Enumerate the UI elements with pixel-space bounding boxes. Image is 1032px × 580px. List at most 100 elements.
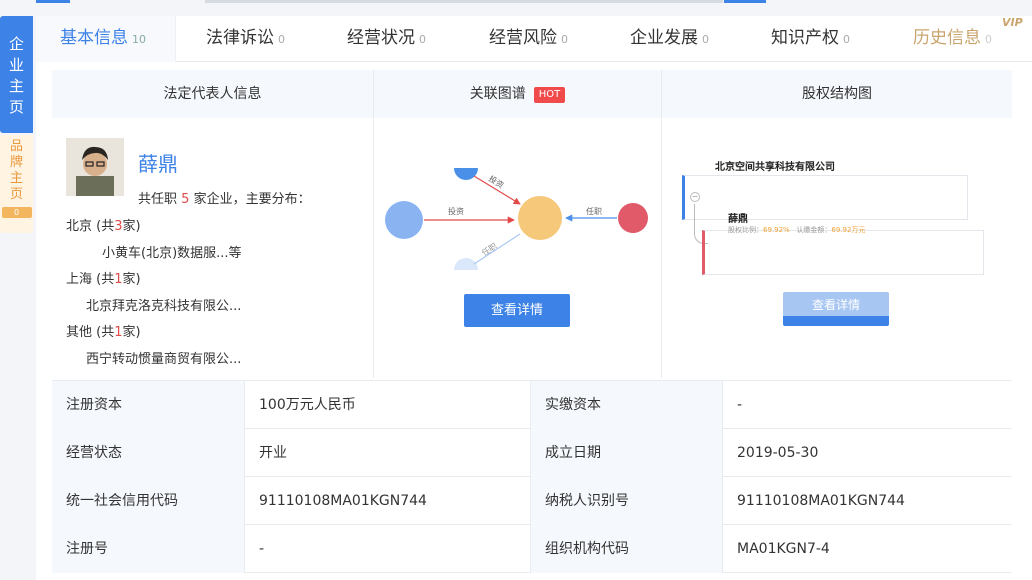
side-tab-char: 主 — [8, 77, 24, 95]
search-input[interactable] — [205, 0, 723, 3]
top-search-strip — [0, 0, 1032, 6]
field-label: 组织机构代码 — [530, 525, 722, 573]
equity-detail-button[interactable]: 查看详情 — [783, 292, 889, 326]
tab-count: 0 — [985, 33, 992, 46]
legal-rep-name[interactable]: 薛鼎 — [138, 148, 178, 177]
field-value: 2019-05-30 — [722, 429, 1012, 477]
tab-ip[interactable]: 知识产权 0 — [771, 16, 850, 62]
tab-count: 0 — [702, 33, 709, 46]
basic-info-table: 注册资本 100万元人民币 实缴资本 - 经营状态 开业 成立日期 2019-0… — [52, 380, 1012, 573]
field-label: 纳税人识别号 — [530, 477, 722, 525]
equity-holder-box — [702, 230, 984, 275]
region-name: 其他 — [66, 325, 93, 340]
legal-rep-card: 薛鼎 共任职 5 家企业，主要分布： 北京 (共3家) 小黄车(北京)数据服..… — [52, 118, 374, 378]
field-label: 注册资本 — [52, 381, 244, 429]
avatar — [66, 138, 124, 196]
side-tab-company-home[interactable]: 企 业 主 页 — [0, 16, 33, 133]
side-tab-char: 主 — [9, 171, 23, 186]
side-tab-char: 品 — [9, 139, 23, 154]
region-line: 北京 (共3家) — [66, 215, 141, 234]
table-row: 经营状态 开业 成立日期 2019-05-30 — [52, 429, 1012, 477]
field-label: 注册号 — [52, 525, 244, 573]
hot-badge: HOT — [533, 87, 566, 103]
tab-label: 基本信息 — [60, 28, 128, 48]
region-count: 1 — [114, 272, 123, 287]
right-node — [618, 203, 648, 233]
relation-map-title: 关联图谱 — [469, 86, 526, 102]
field-value: - — [722, 381, 1012, 429]
tab-basic-info[interactable]: 基本信息 10 — [36, 16, 176, 62]
table-row: 统一社会信用代码 91110108MA01KGN744 纳税人识别号 91110… — [52, 477, 1012, 525]
field-value: 91110108MA01KGN744 — [722, 477, 1012, 525]
tab-label: 知识产权 — [771, 28, 839, 48]
tab-development[interactable]: 企业发展 0 — [630, 16, 709, 62]
left-node — [385, 201, 423, 239]
region-name: 北京 — [66, 219, 93, 234]
edge-label: 任职 — [586, 206, 602, 216]
region-count-pre: (共 — [96, 272, 115, 287]
region-company-link[interactable]: 西宁转动惯量商贸有限公... — [86, 348, 241, 367]
relation-map-card: 投资 投资 任职 任职 查看详情 — [374, 118, 662, 378]
region-line: 上海 (共1家) — [66, 268, 141, 287]
tab-label: 经营状况 — [347, 28, 415, 48]
field-value: MA01KGN7-4 — [722, 525, 1012, 573]
region-company-link[interactable]: 小黄车(北京)数据服...等 — [102, 242, 242, 261]
amount-value: 69.92万元 — [831, 226, 866, 234]
relation-graph[interactable]: 投资 投资 任职 任职 — [374, 118, 662, 288]
tab-history[interactable]: 历史信息 0 — [913, 16, 992, 62]
side-tab-brand-home[interactable]: 品 牌 主 页 0 — [0, 135, 33, 233]
summary-text: 家企业，主要分布： — [193, 192, 311, 207]
region-company-link[interactable]: 北京拜克洛克科技有限公... — [86, 295, 241, 314]
top-node — [454, 168, 478, 180]
tab-count: 0 — [561, 33, 568, 46]
field-label: 成立日期 — [530, 429, 722, 477]
tab-count: 0 — [843, 33, 850, 46]
brand-count-badge: 0 — [1, 207, 32, 218]
legal-rep-summary: 共任职 5 家企业，主要分布： — [138, 188, 311, 207]
side-tab-char: 页 — [9, 187, 23, 202]
collapse-icon[interactable]: − — [690, 192, 700, 202]
tab-risk[interactable]: 经营风险 0 — [489, 16, 568, 62]
search-button[interactable] — [724, 0, 766, 3]
equity-header: 股权结构图 — [662, 70, 1012, 118]
edge-label: 投资 — [487, 173, 506, 190]
ratio-value: 69.92% — [763, 226, 790, 234]
tab-bar: 基本信息 10 法律诉讼 0 经营状况 0 经营风险 0 企业发展 0 知识产权 0 历史信… — [36, 16, 1032, 62]
region-count-post: 家) — [122, 325, 141, 340]
equity-ratio-line: 股权比例：69.92% 认缴金额：69.92万元 — [728, 225, 865, 235]
tab-count: 10 — [132, 33, 146, 46]
field-label: 实缴资本 — [530, 381, 722, 429]
tab-label: 经营风险 — [489, 28, 557, 48]
tab-operations[interactable]: 经营状况 0 — [347, 16, 426, 62]
equity-company-name: 北京空间共享科技有限公司 — [715, 162, 835, 173]
center-node — [518, 196, 562, 240]
region-count-pre: (共 — [96, 219, 115, 234]
side-tab-char: 牌 — [9, 155, 23, 170]
table-row: 注册号 - 组织机构代码 MA01KGN7-4 — [52, 525, 1012, 573]
region-count-post: 家) — [122, 272, 141, 287]
field-value: 91110108MA01KGN744 — [244, 477, 530, 525]
company-panel: 基本信息 10 法律诉讼 0 经营状况 0 经营风险 0 企业发展 0 知识产权 0 历史信… — [36, 16, 1032, 580]
field-label: 统一社会信用代码 — [52, 477, 244, 525]
side-tab-char: 业 — [8, 56, 24, 74]
relation-detail-button[interactable]: 查看详情 — [464, 294, 570, 327]
field-value: 开业 — [244, 429, 530, 477]
summary-count: 5 — [181, 192, 190, 207]
logo-remnant — [36, 0, 70, 3]
field-label: 经营状态 — [52, 429, 244, 477]
ratio-label: 股权比例： — [728, 226, 763, 234]
tab-label: 法律诉讼 — [206, 28, 274, 48]
region-line: 其他 (共1家) — [66, 321, 141, 340]
edge-label: 投资 — [448, 206, 464, 216]
edge-label: 任职 — [480, 241, 499, 258]
side-tab-char: 页 — [8, 98, 24, 116]
equity-company-box — [682, 175, 968, 220]
region-count-pre: (共 — [96, 325, 115, 340]
equity-holder-name[interactable]: 薛鼎 — [728, 210, 748, 225]
region-count: 1 — [114, 325, 123, 340]
tab-count: 0 — [278, 33, 285, 46]
table-row: 注册资本 100万元人民币 实缴资本 - — [52, 381, 1012, 429]
tab-legal[interactable]: 法律诉讼 0 — [206, 16, 285, 62]
equity-card: 北京空间共享科技有限公司 − 薛鼎 股权比例：69.92% 认缴金额：69.92… — [662, 118, 1012, 378]
field-value: 100万元人民币 — [244, 381, 530, 429]
